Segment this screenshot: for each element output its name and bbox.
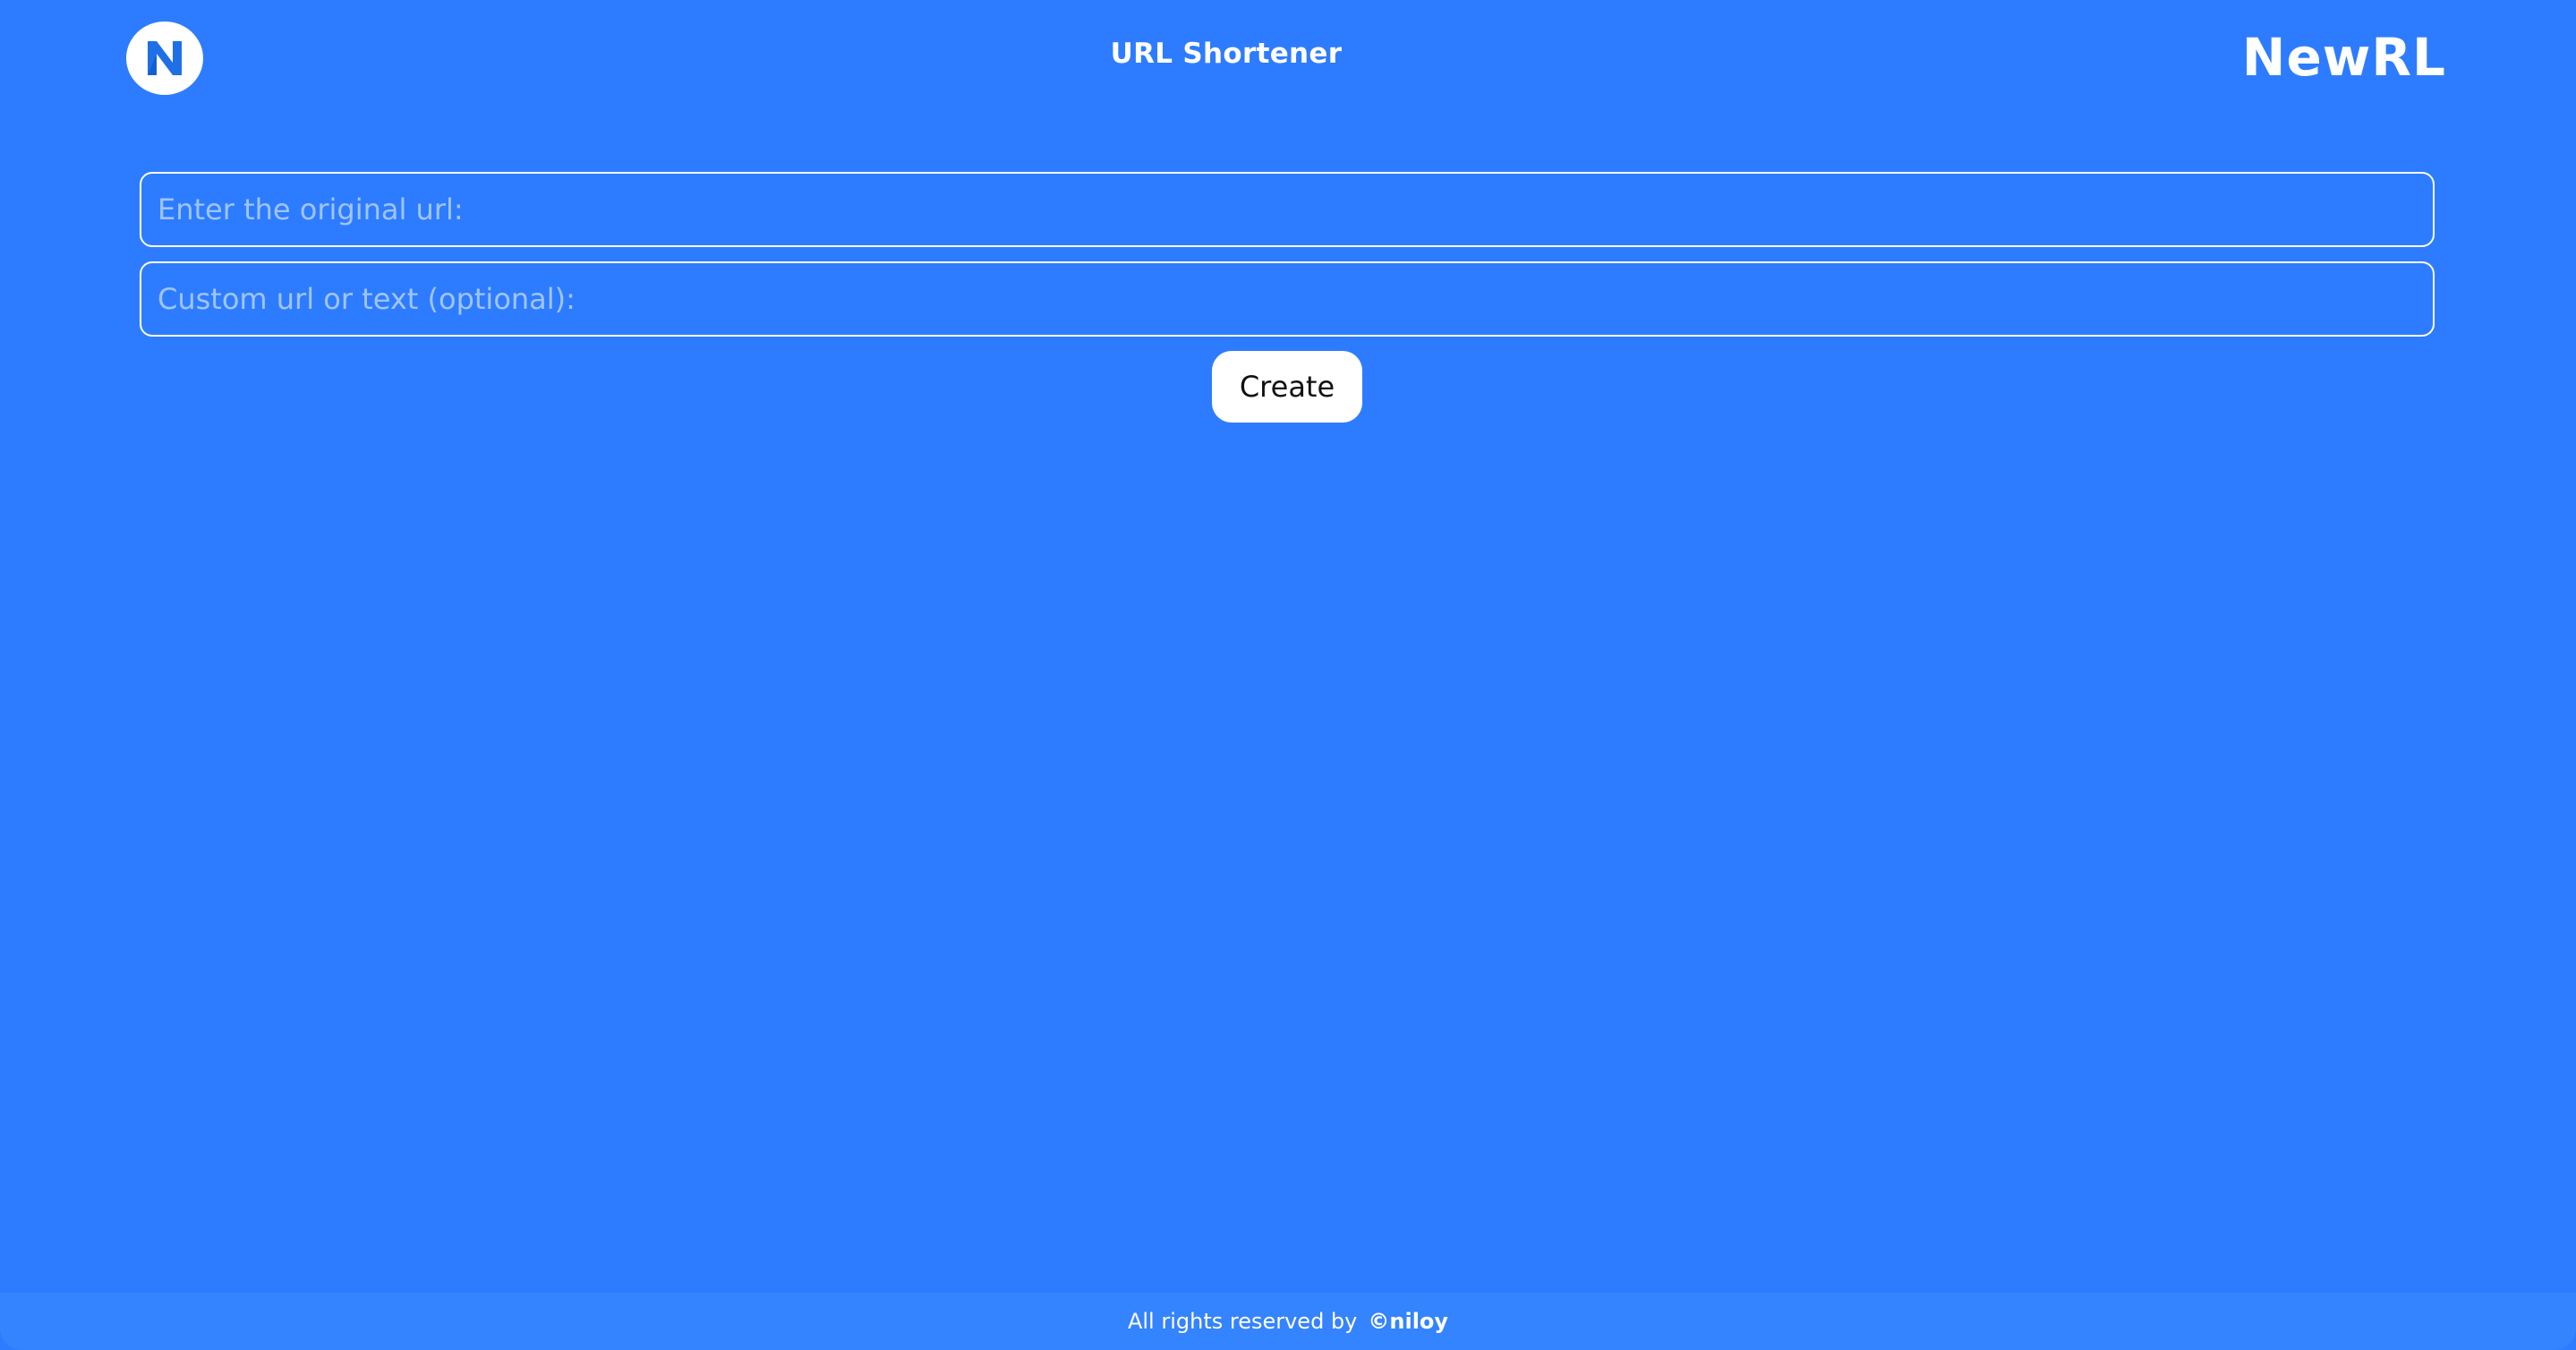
page: URL Shortener NewRL Create All rights re… (0, 0, 2576, 1350)
custom-url-input[interactable] (140, 261, 2435, 337)
page-title: URL Shortener (1110, 38, 1343, 70)
shorten-form (140, 172, 2435, 351)
create-button[interactable]: Create (1212, 351, 1362, 423)
brand-name[interactable]: NewRL (2242, 25, 2446, 90)
footer-author: ©niloy (1368, 1309, 1449, 1334)
header: URL Shortener NewRL (0, 0, 2576, 116)
original-url-input[interactable] (140, 172, 2435, 247)
footer: All rights reserved by ©niloy (0, 1293, 2576, 1350)
footer-text: All rights reserved by (1127, 1309, 1358, 1334)
